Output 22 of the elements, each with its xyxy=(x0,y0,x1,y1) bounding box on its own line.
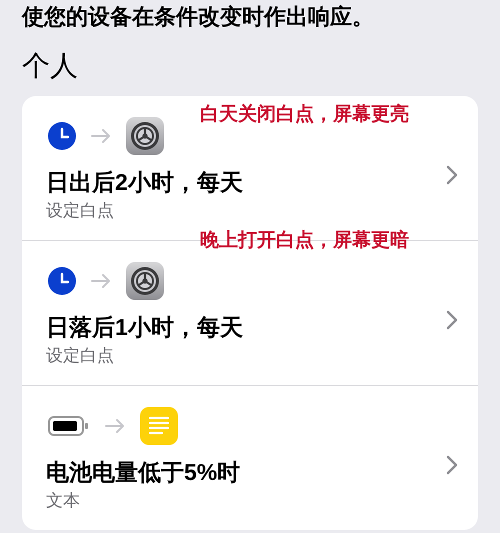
arrow-icon xyxy=(90,273,112,289)
gear-icon xyxy=(126,262,164,300)
automation-subtitle: 设定白点 xyxy=(46,200,115,222)
arrow-icon xyxy=(90,128,112,144)
chevron-icon[interactable] xyxy=(446,455,458,475)
gear-icon xyxy=(126,117,164,155)
automation-subtitle: 设定白点 xyxy=(46,345,115,367)
clock-icon xyxy=(48,122,76,150)
battery-icon xyxy=(48,415,90,437)
annotation-text: 白天关闭白点，屏幕更亮 xyxy=(200,102,409,127)
chevron-icon[interactable] xyxy=(446,165,458,185)
section-title: 个人 xyxy=(22,49,79,83)
automation-title: 日出后2小时，每天 xyxy=(46,168,244,197)
arrow-icon xyxy=(104,418,126,434)
annotation-text: 晚上打开白点，屏幕更暗 xyxy=(200,228,409,253)
notes-icon xyxy=(140,407,178,445)
intro-text: 使您的设备在条件改变时作出响应。 xyxy=(22,3,375,31)
automation-title: 电池电量低于5%时 xyxy=(46,458,242,487)
automation-subtitle: 文本 xyxy=(46,490,81,512)
automation-title: 日落后1小时，每天 xyxy=(46,313,244,342)
chevron-icon[interactable] xyxy=(446,310,458,330)
clock-icon xyxy=(48,267,76,295)
